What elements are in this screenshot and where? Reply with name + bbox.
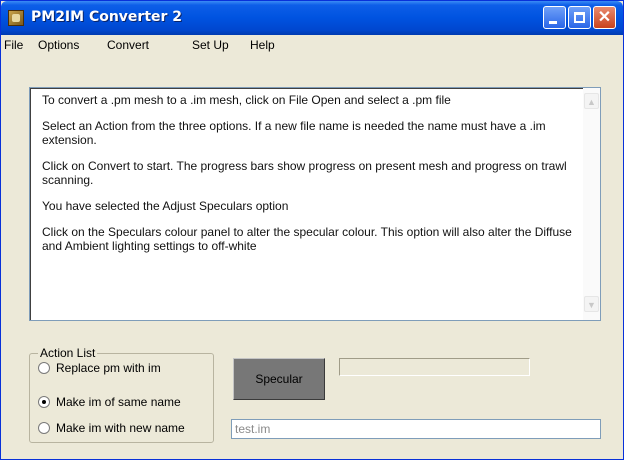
close-icon: ✕ — [597, 9, 612, 26]
radio-label: Make im of same name — [56, 395, 181, 409]
minimize-button[interactable] — [543, 6, 566, 29]
instruction-paragraph: Click on Convert to start. The progress … — [42, 159, 567, 187]
menu-bar: File Options Convert Set Up Help — [1, 35, 623, 55]
progress-bar — [339, 358, 530, 376]
app-window: PM2IM Converter 2 ✕ File Options Convert… — [0, 0, 624, 460]
instruction-paragraph: Click on the Speculars colour panel to a… — [42, 225, 572, 253]
instruction-paragraph: Select an Action from the three options.… — [42, 119, 546, 147]
instruction-paragraph: You have selected the Adjust Speculars o… — [42, 199, 289, 213]
maximize-icon — [574, 12, 585, 23]
window-title: PM2IM Converter 2 — [31, 9, 183, 25]
scroll-up-arrow-icon[interactable]: ▲ — [584, 93, 599, 109]
radio-label: Replace pm with im — [56, 361, 161, 375]
radio-button[interactable] — [38, 362, 50, 374]
menu-options[interactable]: Options — [38, 38, 79, 52]
maximize-button[interactable] — [568, 6, 591, 29]
menu-setup[interactable]: Set Up — [192, 38, 229, 52]
menu-file[interactable]: File — [4, 38, 23, 52]
menu-help[interactable]: Help — [250, 38, 275, 52]
instructions-text: To convert a .pm mesh to a .im mesh, cli… — [42, 93, 572, 265]
instructions-panel[interactable]: To convert a .pm mesh to a .im mesh, cli… — [29, 87, 601, 321]
instruction-paragraph: To convert a .pm mesh to a .im mesh, cli… — [42, 93, 451, 107]
radio-button[interactable] — [38, 422, 50, 434]
minimize-icon — [549, 21, 557, 24]
app-icon[interactable] — [8, 10, 24, 26]
radio-button-checked[interactable] — [38, 396, 50, 408]
scroll-down-arrow-icon[interactable]: ▼ — [584, 296, 599, 312]
vertical-scrollbar[interactable]: ▲ ▼ — [583, 88, 600, 320]
radio-label: Make im with new name — [56, 421, 185, 435]
menu-convert[interactable]: Convert — [107, 38, 149, 52]
filename-input[interactable] — [231, 419, 601, 439]
title-bar[interactable]: PM2IM Converter 2 ✕ — [1, 1, 623, 35]
action-list-group: Action List Replace pm with im Make im o… — [29, 346, 214, 443]
action-list-label: Action List — [38, 346, 98, 360]
close-button[interactable]: ✕ — [593, 6, 616, 29]
specular-colour-button[interactable]: Specular — [233, 358, 325, 400]
